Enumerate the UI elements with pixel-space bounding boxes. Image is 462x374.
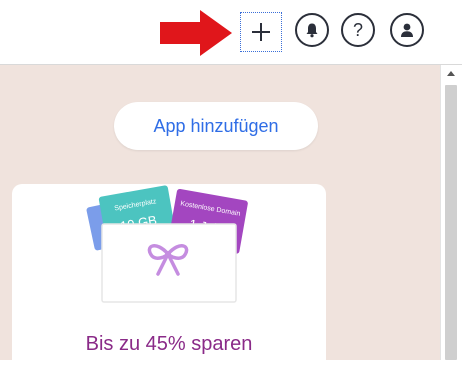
- scrollbar-thumb[interactable]: [445, 85, 457, 360]
- user-icon: [401, 23, 413, 37]
- promo-headline: Bis zu 45% sparen: [85, 333, 253, 355]
- top-header: ?: [0, 0, 462, 65]
- help-button[interactable]: ?: [341, 13, 375, 47]
- question-icon: ?: [352, 20, 363, 40]
- account-button[interactable]: [390, 13, 424, 47]
- add-button[interactable]: [240, 12, 282, 52]
- red-arrow-icon: [160, 10, 232, 56]
- add-app-button[interactable]: App hinzufügen: [114, 102, 318, 150]
- notifications-button[interactable]: [295, 13, 329, 47]
- plus-icon: [252, 23, 270, 41]
- gift-illustration: Speicherplatz 10 GB Kostenlose Domain 1 …: [86, 185, 248, 303]
- bell-icon: [306, 23, 318, 38]
- promo-card[interactable]: Speicherplatz 10 GB Kostenlose Domain 1 …: [12, 184, 326, 374]
- vertical-scrollbar[interactable]: [440, 65, 462, 360]
- scroll-up-arrow-icon[interactable]: [446, 69, 456, 77]
